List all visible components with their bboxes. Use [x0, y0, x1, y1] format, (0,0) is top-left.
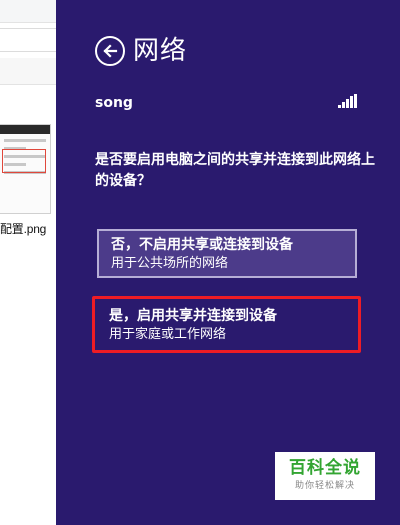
no-sharing-option[interactable]: 否，不启用共享或连接到设备 用于公共场所的网络 [97, 229, 357, 278]
thumbnail-red-box [2, 149, 46, 173]
watermark-subtitle: 助你轻松解决 [294, 481, 355, 491]
panel-title: 网络 [133, 36, 188, 66]
explorer-toolbar [0, 0, 56, 23]
file-thumbnail[interactable] [0, 124, 51, 214]
network-name: song [95, 95, 133, 111]
file-name-label[interactable]: 配置.png [0, 220, 46, 237]
thumbnail-line [4, 139, 46, 142]
watermark-logo: 百科全说 助你轻松解决 [275, 452, 375, 500]
wifi-signal-full-icon [338, 94, 357, 108]
network-charm-panel: 网络 song 是否要启用电脑之间的共享并连接到此网络上的设备？ 否，不启用共享… [56, 0, 400, 525]
sharing-question: 是否要启用电脑之间的共享并连接到此网络上的设备？ [95, 152, 375, 189]
back-button[interactable] [95, 36, 125, 66]
option-description: 用于家庭或工作网络 [109, 327, 227, 342]
file-explorer-window: 配置.png [0, 0, 56, 525]
explorer-header-row [0, 58, 56, 85]
thumbnail-header [0, 125, 50, 134]
option-title: 否，不启用共享或连接到设备 [111, 237, 293, 253]
explorer-address-bar[interactable] [0, 28, 56, 52]
option-title: 是，启用共享并连接到设备 [109, 308, 277, 324]
watermark-title: 百科全说 [289, 458, 361, 478]
enable-sharing-option[interactable]: 是，启用共享并连接到设备 用于家庭或工作网络 [97, 302, 357, 352]
option-description: 用于公共场所的网络 [111, 256, 229, 271]
back-arrow-icon [103, 44, 118, 58]
